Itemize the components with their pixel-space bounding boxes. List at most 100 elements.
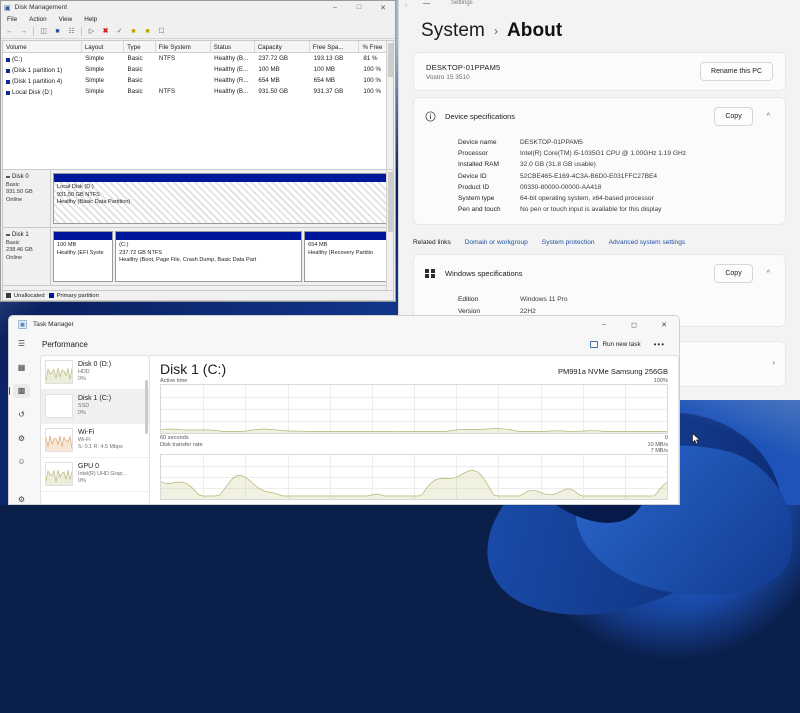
menu-help[interactable]: Help bbox=[84, 16, 97, 23]
partition-legend: Unallocated Primary partition bbox=[2, 290, 394, 301]
properties-icon[interactable]: ■ bbox=[53, 27, 62, 36]
task-manager-window[interactable]: ▦ Task Manager – ◻ ✕ ☰ ▦ ▩ ↺ ⚙ ☺ ⚙ Perfo… bbox=[8, 315, 680, 505]
column-header[interactable]: % Free bbox=[359, 41, 389, 52]
column-header[interactable]: File System bbox=[156, 41, 211, 52]
mini-chart bbox=[45, 394, 73, 418]
list-item[interactable]: GPU 0 Intel(R) UHD Grap... 0% bbox=[41, 458, 149, 492]
column-header[interactable]: Status bbox=[211, 41, 255, 52]
run-new-task-button[interactable]: Run new task bbox=[583, 337, 647, 352]
list-item[interactable]: Disk 0 (D:) HDD 0% bbox=[41, 356, 149, 390]
pc-name: DESKTOP-01PPAM5 bbox=[426, 62, 501, 72]
show-hide-console-tree-icon[interactable]: ☷ bbox=[67, 27, 76, 36]
column-header[interactable]: Layout bbox=[82, 41, 125, 52]
menu-icon[interactable]: ☰ bbox=[13, 337, 30, 351]
table-row[interactable]: (Disk 1 partition 4) Simple Basic Healthy (… bbox=[3, 75, 393, 86]
forward-icon[interactable]: → bbox=[19, 27, 28, 36]
minimize-button[interactable]: – bbox=[589, 316, 619, 333]
device-specifications-header[interactable]: Device specifications Copy ^ bbox=[414, 98, 785, 135]
task-manager-app-icon: ▦ bbox=[18, 320, 27, 329]
minimize-icon[interactable] bbox=[423, 3, 430, 4]
resource-title: Disk 1 (C:) bbox=[78, 395, 112, 402]
more-options-icon[interactable]: ••• bbox=[648, 340, 671, 349]
disk-graphical-view[interactable]: Disk 0 Basic 931.50 GB Online Local Disk (D:… bbox=[2, 169, 394, 293]
disk-blocks[interactable]: Disk 0 Basic 931.50 GB Online Local Disk (D:… bbox=[3, 170, 393, 286]
performance-icon[interactable]: ▩ bbox=[9, 384, 30, 398]
disk-management-window[interactable]: ▣ Disk Management – □ ✕ File Action View… bbox=[0, 0, 396, 302]
disk-management-toolbar[interactable]: ← → ◫ ■ ☷ ▷ ✖ ✓ ■ ■ ☐ bbox=[1, 25, 395, 39]
graphical-view-scrollbar[interactable] bbox=[386, 170, 393, 292]
partition-size: 237.72 GB NTFS bbox=[119, 249, 163, 256]
minimize-button[interactable]: – bbox=[323, 1, 347, 14]
back-arrow-icon[interactable]: ‹ bbox=[405, 2, 407, 9]
chevron-right-icon[interactable]: › bbox=[772, 358, 775, 367]
table-row[interactable]: (C:) Simple Basic NTFS Healthy (B... 237.72 G… bbox=[3, 53, 393, 64]
link-domain-or-workgroup[interactable]: Domain or workgroup bbox=[465, 239, 528, 246]
help-topics-icon[interactable]: ☐ bbox=[157, 27, 166, 36]
column-header[interactable]: Type bbox=[124, 41, 156, 52]
resource-value: 0% bbox=[78, 376, 86, 382]
spec-key: Pen and touch bbox=[458, 206, 501, 214]
table-row[interactable]: Local Disk (D:) Simple Basic NTFS Healthy (B… bbox=[3, 86, 393, 97]
partition[interactable]: 100 MB Healthy (EFI Syste bbox=[53, 231, 114, 282]
rename-pc-button[interactable]: Rename this PC bbox=[700, 62, 773, 81]
windows-specifications-header[interactable]: Windows specifications Copy ^ bbox=[414, 255, 785, 292]
back-icon[interactable]: ← bbox=[5, 27, 14, 36]
toolbar-separator bbox=[81, 27, 82, 36]
chevron-up-icon[interactable]: ^ bbox=[762, 113, 775, 120]
disk-info[interactable]: Disk 1 Basic 238.46 GB Online bbox=[3, 228, 51, 285]
menu-view[interactable]: View bbox=[59, 16, 73, 23]
disk-block[interactable]: Disk 1 Basic 238.46 GB Online 100 MB Healthy … bbox=[3, 228, 393, 286]
table-row[interactable]: (Disk 1 partition 1) Simple Basic Healthy (… bbox=[3, 64, 393, 75]
users-icon[interactable]: ☺ bbox=[13, 455, 30, 469]
scrollbar-thumb[interactable] bbox=[388, 43, 393, 77]
disk-info[interactable]: Disk 0 Basic 931.50 GB Online bbox=[3, 170, 51, 227]
spec-key: Device name bbox=[458, 139, 497, 147]
close-button[interactable]: ✕ bbox=[371, 1, 395, 14]
maximize-button[interactable]: ◻ bbox=[619, 316, 649, 333]
breadcrumb-system[interactable]: System bbox=[421, 20, 485, 42]
menu-file[interactable]: File bbox=[7, 16, 17, 23]
disk-management-menubar[interactable]: File Action View Help bbox=[1, 14, 395, 25]
delete-volume-icon[interactable]: ✖ bbox=[101, 27, 110, 36]
copy-windows-specs-button[interactable]: Copy bbox=[714, 264, 753, 284]
new-volume-icon[interactable]: ▷ bbox=[87, 27, 96, 36]
close-button[interactable]: ✕ bbox=[649, 316, 679, 333]
task-manager-titlebar[interactable]: ▦ Task Manager – ◻ ✕ bbox=[9, 316, 679, 333]
maximize-button[interactable]: □ bbox=[347, 1, 371, 14]
menu-action[interactable]: Action bbox=[29, 16, 47, 23]
disk-state: Online bbox=[6, 196, 23, 203]
chevron-up-icon[interactable]: ^ bbox=[762, 270, 775, 277]
extend-volume-icon[interactable]: ■ bbox=[143, 27, 152, 36]
link-system-protection[interactable]: System protection bbox=[542, 239, 595, 246]
column-header[interactable]: Capacity bbox=[255, 41, 310, 52]
scrollbar-thumb[interactable] bbox=[145, 380, 148, 434]
partition[interactable]: (C:) 237.72 GB NTFS Healthy (Boot, Page Fi… bbox=[115, 231, 303, 282]
column-header[interactable]: Free Spa... bbox=[310, 41, 360, 52]
task-manager-nav-rail[interactable]: ☰ ▦ ▩ ↺ ⚙ ☺ ⚙ bbox=[9, 333, 34, 504]
partition[interactable]: Local Disk (D:) 931.50 GB NTFS Healthy (Ba… bbox=[53, 173, 391, 224]
table-cell: 931.37 GB bbox=[313, 88, 344, 96]
disk-block[interactable]: Disk 0 Basic 931.50 GB Online Local Disk (D:… bbox=[3, 170, 393, 228]
processes-icon[interactable]: ▦ bbox=[13, 361, 30, 375]
refresh-icon[interactable]: ✓ bbox=[115, 27, 124, 36]
list-item[interactable]: Disk 1 (C:) SSD 0% bbox=[41, 390, 149, 424]
volume-list-rows[interactable]: (C:) Simple Basic NTFS Healthy (B... 237.72 G… bbox=[3, 53, 393, 97]
task-manager-toolbar[interactable]: Performance Run new task ••• bbox=[34, 333, 679, 355]
settings-titlebar[interactable]: ‹ Settings bbox=[399, 0, 800, 14]
column-header[interactable]: Volume bbox=[3, 41, 82, 52]
rescan-disks-icon[interactable]: ■ bbox=[129, 27, 138, 36]
list-item[interactable]: Wi-Fi Wi-Fi S: 0.1 R: 4.5 Mbps bbox=[41, 424, 149, 458]
spec-value: 64-bit operating system, x64-based proce… bbox=[520, 195, 654, 203]
copy-device-specs-button[interactable]: Copy bbox=[714, 107, 753, 126]
scrollbar-thumb[interactable] bbox=[388, 172, 393, 232]
performance-page-title: Performance bbox=[42, 339, 88, 349]
partition[interactable]: 654 MB Healthy (Recovery Partitio bbox=[304, 231, 391, 282]
performance-resource-list[interactable]: Disk 0 (D:) HDD 0% Disk 1 (C:) SSD 0% Wi-Fi Wi-… bbox=[40, 355, 150, 504]
resource-list-scrollbar[interactable] bbox=[144, 356, 149, 504]
link-advanced-system-settings[interactable]: Advanced system settings bbox=[609, 239, 686, 246]
settings-icon[interactable]: ⚙ bbox=[13, 492, 30, 504]
disk-management-titlebar[interactable]: ▣ Disk Management – □ ✕ bbox=[1, 1, 395, 14]
startup-apps-icon[interactable]: ⚙ bbox=[13, 431, 30, 445]
app-history-icon[interactable]: ↺ bbox=[13, 408, 30, 422]
up-level-icon[interactable]: ◫ bbox=[39, 27, 48, 36]
